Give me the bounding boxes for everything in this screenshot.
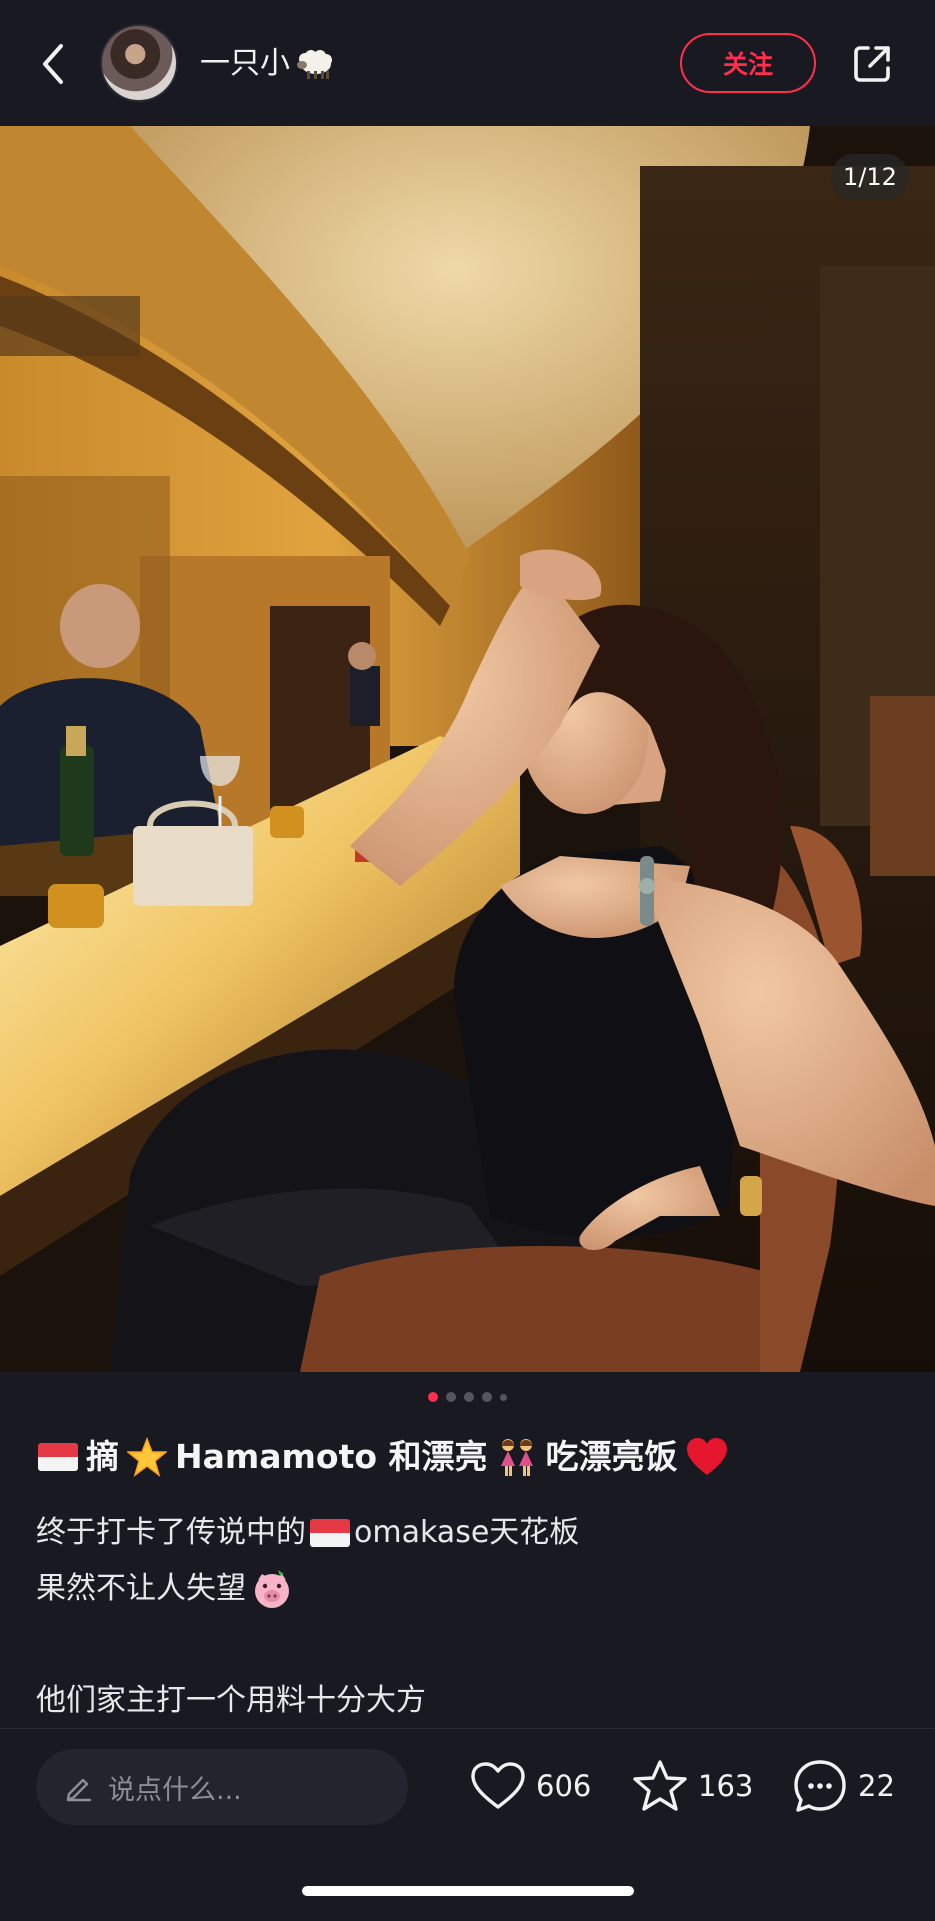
chevron-left-icon bbox=[43, 44, 63, 84]
post-body: 终于打卡了传说中的 omakase天花板 果然不让人失望 他们家主打一个用料十分… bbox=[36, 1505, 896, 1729]
title-main: Hamamoto 和漂亮 bbox=[175, 1437, 488, 1476]
singapore-flag-icon bbox=[310, 1519, 350, 1547]
body-line: 他们家主打一个用料十分大方 bbox=[36, 1673, 896, 1729]
avatar[interactable] bbox=[100, 24, 178, 102]
username[interactable]: 一只小 bbox=[200, 43, 336, 85]
body-text-2: 果然不让人失望 bbox=[36, 1571, 246, 1606]
back-button[interactable] bbox=[30, 40, 78, 88]
carousel-dot[interactable] bbox=[446, 1392, 456, 1402]
star-emoji-icon bbox=[127, 1437, 167, 1477]
post-photo[interactable]: 1/12 bbox=[0, 126, 935, 1372]
body-text-1a: 终于打卡了传说中的 bbox=[36, 1515, 306, 1550]
comment-bubble-icon bbox=[794, 1760, 846, 1812]
image-counter: 1/12 bbox=[831, 154, 909, 200]
pig-face-emoji-icon bbox=[255, 1570, 289, 1608]
body-line-empty bbox=[36, 1617, 896, 1673]
top-bar: 一只小 关注 bbox=[0, 0, 935, 126]
sheep-icon bbox=[296, 47, 336, 81]
carousel-indicator bbox=[0, 1390, 935, 1404]
comment-input[interactable]: 说点什么... bbox=[36, 1749, 408, 1825]
post-title: 摘 Hamamoto 和漂亮 吃漂亮饭 bbox=[38, 1432, 918, 1482]
comment-count: 22 bbox=[858, 1769, 895, 1803]
comment-button[interactable]: 22 bbox=[792, 1753, 895, 1819]
favorite-button[interactable]: 163 bbox=[632, 1753, 753, 1819]
username-text: 一只小 bbox=[200, 46, 290, 81]
favorite-count: 163 bbox=[698, 1769, 754, 1803]
body-line: 终于打卡了传说中的 omakase天花板 bbox=[36, 1505, 896, 1561]
home-indicator[interactable] bbox=[302, 1886, 634, 1896]
two-women-emoji-icon bbox=[500, 1439, 533, 1476]
pencil-icon bbox=[66, 1778, 92, 1802]
title-prefix: 摘 bbox=[86, 1437, 119, 1476]
carousel-dot[interactable] bbox=[482, 1392, 492, 1402]
title-suffix: 吃漂亮饭 bbox=[545, 1437, 678, 1476]
body-text-3: 他们家主打一个用料十分大方 bbox=[36, 1683, 426, 1718]
body-line: 果然不让人失望 bbox=[36, 1561, 896, 1617]
singapore-flag-icon bbox=[38, 1443, 78, 1471]
like-button[interactable]: 606 bbox=[470, 1753, 591, 1819]
like-count: 606 bbox=[536, 1769, 592, 1803]
heart-icon bbox=[471, 1762, 525, 1809]
carousel-dot-active[interactable] bbox=[428, 1392, 438, 1402]
share-button[interactable] bbox=[846, 38, 898, 90]
star-icon bbox=[633, 1760, 687, 1811]
restaurant-photo bbox=[0, 126, 935, 1372]
carousel-dot[interactable] bbox=[464, 1392, 474, 1402]
comment-placeholder: 说点什么... bbox=[108, 1774, 242, 1806]
red-heart-emoji-icon bbox=[686, 1438, 727, 1475]
body-text-1b: omakase天花板 bbox=[354, 1515, 580, 1550]
follow-button[interactable]: 关注 bbox=[680, 33, 816, 93]
share-icon bbox=[854, 46, 890, 82]
carousel-dot[interactable] bbox=[500, 1393, 507, 1401]
